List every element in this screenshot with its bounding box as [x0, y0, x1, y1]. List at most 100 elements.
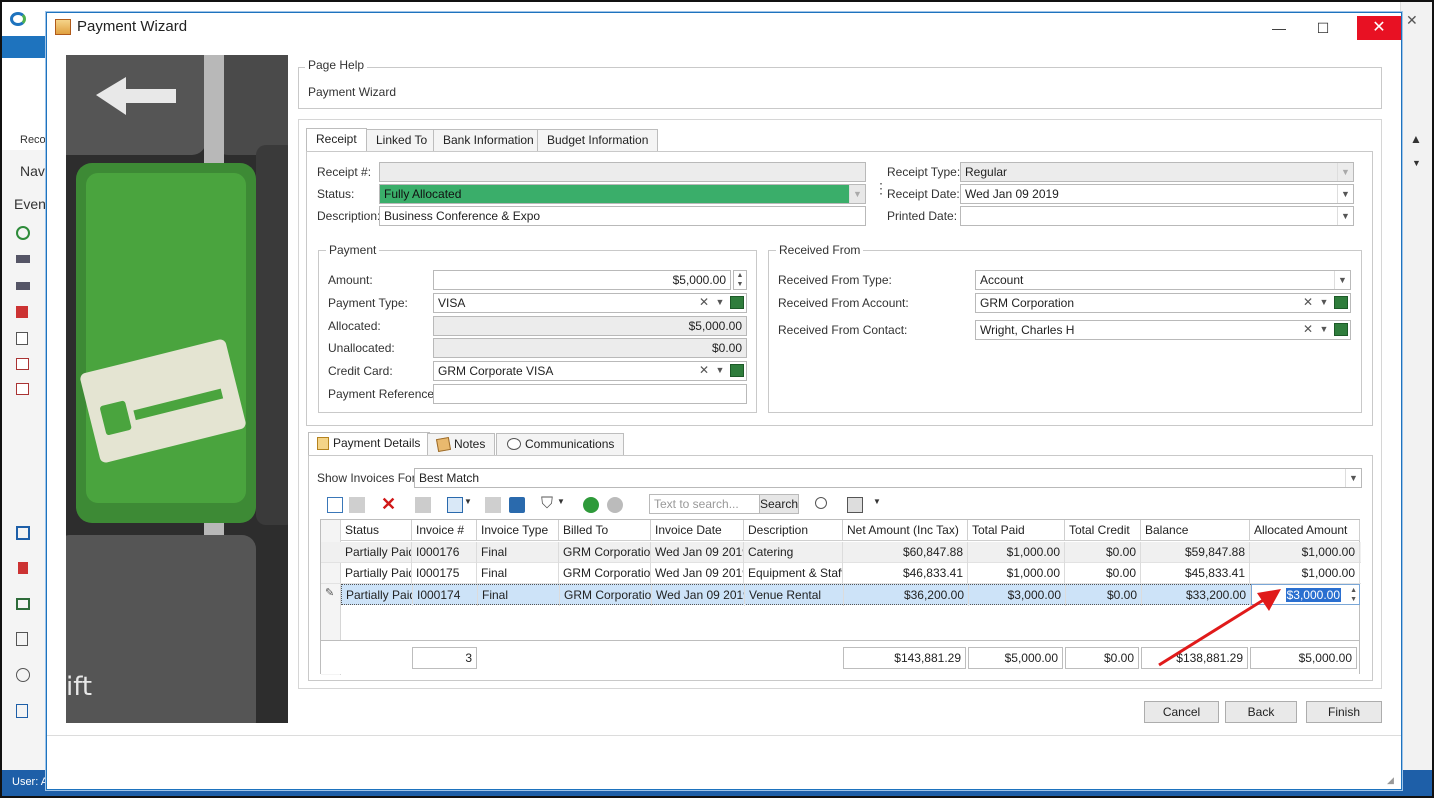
- summary-net-amount: $143,881.29: [843, 647, 966, 669]
- amount-spinner[interactable]: ▲ ▼: [733, 270, 747, 290]
- cell-allocated-amount[interactable]: $1,000.00: [1250, 542, 1360, 563]
- link-icon[interactable]: [485, 497, 501, 513]
- grid-search-input[interactable]: Text to search...: [649, 494, 760, 514]
- table-row-selected[interactable]: Partially Paid I000174 Final GRM Corpora…: [341, 584, 1251, 606]
- grid-search-button[interactable]: Search: [759, 494, 799, 514]
- down-arrow-icon[interactable]: [607, 497, 623, 513]
- new-icon[interactable]: [327, 497, 343, 513]
- col-allocated-amount[interactable]: Allocated Amount: [1250, 520, 1360, 541]
- unallocated-label: Unallocated:: [328, 341, 395, 355]
- tab-notes[interactable]: Notes: [427, 433, 496, 455]
- copy-icon[interactable]: [349, 497, 365, 513]
- payment-reference-label: Payment Reference:: [328, 387, 438, 401]
- save-dropdown-icon[interactable]: ▼: [873, 497, 889, 513]
- payment-type-value: VISA: [438, 296, 466, 310]
- resize-grip-icon[interactable]: ◢: [1387, 775, 1394, 786]
- col-net-amount[interactable]: Net Amount (Inc Tax): [843, 520, 968, 541]
- col-total-credit[interactable]: Total Credit: [1065, 520, 1141, 541]
- printed-date-picker[interactable]: ▼: [960, 206, 1354, 226]
- lookup-icon[interactable]: [1334, 323, 1348, 336]
- keyboard-illustration: ift: [66, 55, 288, 723]
- splitter-grip-icon[interactable]: ⋮: [874, 181, 888, 195]
- chevron-down-icon[interactable]: ▼: [1316, 294, 1332, 312]
- col-billed-to[interactable]: Billed To: [559, 520, 651, 541]
- credit-card-select[interactable]: GRM Corporate VISA ✕ ▼: [433, 361, 747, 381]
- col-balance[interactable]: Balance: [1141, 520, 1250, 541]
- info-icon[interactable]: [509, 497, 525, 513]
- cell-description: Catering: [744, 542, 843, 563]
- tab-budget-information[interactable]: Budget Information: [537, 129, 659, 151]
- tab-receipt[interactable]: Receipt: [306, 128, 367, 151]
- allocated-amount-spinner[interactable]: ▲ ▼: [1350, 586, 1357, 604]
- close-button[interactable]: ✕: [1357, 16, 1401, 40]
- minimize-button[interactable]: —: [1265, 17, 1293, 39]
- footer-divider: [47, 735, 1401, 736]
- receipt-date-picker[interactable]: Wed Jan 09 2019 ▼: [960, 184, 1354, 204]
- col-description[interactable]: Description: [744, 520, 843, 541]
- page-help-text: Payment Wizard: [308, 85, 397, 99]
- printed-date-label: Printed Date:: [887, 209, 958, 223]
- clear-icon[interactable]: ✕: [696, 362, 712, 380]
- tab-bank-information[interactable]: Bank Information: [433, 129, 544, 151]
- chevron-down-icon[interactable]: ▼: [1337, 207, 1353, 225]
- delete-icon[interactable]: ✕: [381, 495, 397, 513]
- keyboard-payment-image: ift: [66, 55, 288, 723]
- cell-net-amount: $46,833.41: [843, 563, 968, 584]
- received-from-type-select[interactable]: Account ▼: [975, 270, 1351, 290]
- cell-invoice-type: Final: [478, 585, 560, 606]
- filter-dropdown-icon[interactable]: ▼: [557, 497, 573, 513]
- receipt-no-field: [379, 162, 866, 182]
- col-status[interactable]: Status: [341, 520, 412, 541]
- tab-communications[interactable]: Communications: [496, 433, 625, 455]
- bg-calendar-icon: [16, 358, 29, 370]
- background-right-panel: [1400, 2, 1432, 770]
- received-from-contact-select[interactable]: Wright, Charles H ✕ ▼: [975, 320, 1351, 340]
- chevron-down-icon[interactable]: ▼: [712, 294, 728, 312]
- clear-icon[interactable]: ✕: [1300, 321, 1316, 339]
- clear-icon[interactable]: ✕: [1300, 294, 1316, 312]
- allocated-amount-edit-value[interactable]: $3,000.00: [1285, 588, 1341, 602]
- chevron-down-icon[interactable]: ▼: [1334, 271, 1350, 289]
- col-invoice-no[interactable]: Invoice #: [412, 520, 477, 541]
- print-icon[interactable]: [415, 497, 431, 513]
- bg-dropdown-icon: ▼: [1412, 158, 1421, 168]
- finish-button[interactable]: Finish: [1306, 701, 1382, 723]
- chevron-down-icon[interactable]: ▼: [712, 362, 728, 380]
- col-total-paid[interactable]: Total Paid: [968, 520, 1065, 541]
- received-from-account-select[interactable]: GRM Corporation ✕ ▼: [975, 293, 1351, 313]
- clear-icon[interactable]: ✕: [696, 294, 712, 312]
- lookup-icon[interactable]: [730, 364, 744, 377]
- col-invoice-type[interactable]: Invoice Type: [477, 520, 559, 541]
- description-input[interactable]: Business Conference & Expo: [379, 206, 866, 226]
- show-invoices-for-select[interactable]: Best Match ▼: [414, 468, 1362, 488]
- cell-total-credit: $0.00: [1066, 585, 1142, 606]
- col-invoice-date[interactable]: Invoice Date: [651, 520, 744, 541]
- payment-type-select[interactable]: VISA ✕ ▼: [433, 293, 747, 313]
- show-invoices-for-label: Show Invoices For:: [317, 471, 420, 485]
- cell-total-paid: $1,000.00: [968, 542, 1065, 563]
- filter-icon[interactable]: ⛉: [541, 496, 557, 513]
- tab-payment-details[interactable]: Payment Details: [308, 432, 431, 455]
- lookup-icon[interactable]: [730, 296, 744, 309]
- page-help-panel: [298, 67, 1382, 109]
- back-button[interactable]: Back: [1225, 701, 1297, 723]
- cancel-button[interactable]: Cancel: [1144, 701, 1219, 723]
- payment-type-label: Payment Type:: [328, 296, 408, 310]
- payment-reference-input[interactable]: [433, 384, 747, 404]
- lookup-icon[interactable]: [1334, 296, 1348, 309]
- amount-input[interactable]: $5,000.00: [433, 270, 731, 290]
- tab-linked-to[interactable]: Linked To: [366, 129, 438, 151]
- chevron-down-icon[interactable]: ▼: [1345, 469, 1361, 487]
- find-icon[interactable]: [815, 497, 827, 509]
- table-row[interactable]: Partially Paid I000176 Final GRM Corpora…: [321, 542, 1361, 563]
- maximize-button[interactable]: ☐: [1309, 17, 1337, 39]
- chevron-down-icon[interactable]: ▼: [1316, 321, 1332, 339]
- columns-icon[interactable]: [447, 497, 463, 513]
- allocated-label: Allocated:: [328, 319, 381, 333]
- up-arrow-icon[interactable]: [583, 497, 599, 513]
- chevron-down-icon[interactable]: ▼: [1337, 185, 1353, 203]
- credit-card-value: GRM Corporate VISA: [438, 364, 554, 378]
- save-icon[interactable]: [847, 497, 863, 513]
- columns-dropdown-icon[interactable]: ▼: [464, 497, 480, 513]
- receipt-date-value: Wed Jan 09 2019: [965, 187, 1059, 201]
